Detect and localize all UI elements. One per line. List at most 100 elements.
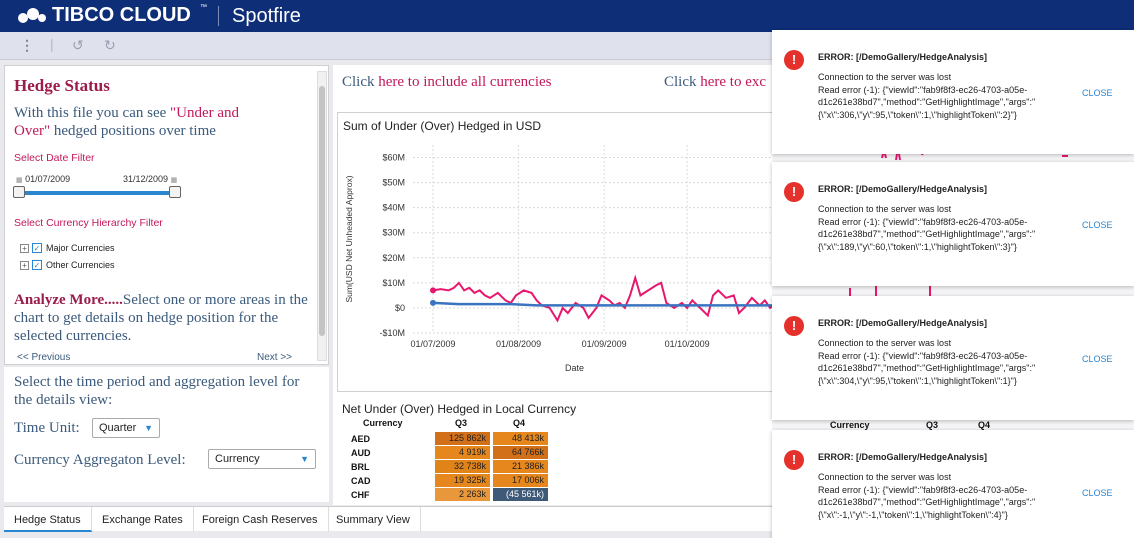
undo-icon[interactable]: ↺ [72, 37, 84, 54]
calendar-icon[interactable]: ▦ [171, 177, 178, 184]
x-tick-label: 01/10/2009 [665, 339, 710, 349]
error-toast: ! ERROR: [/DemoGallery/HedgeAnalysis] Co… [772, 430, 1134, 538]
series-line-baseline [432, 301, 778, 307]
table-cell-q4[interactable]: 21 386k [493, 460, 548, 473]
y-tick-label: $10M [382, 278, 405, 288]
close-button[interactable]: CLOSE [1082, 354, 1113, 364]
error-title: ERROR: [/DemoGallery/HedgeAnalysis] [818, 52, 988, 62]
error-message: Connection to the server was lost Read e… [818, 472, 1036, 520]
table-row[interactable]: CHF 2 263k (45 561k) [345, 488, 555, 502]
tree-item-major[interactable]: + ✓ Major Currencies [20, 243, 115, 253]
previous-link[interactable]: << Previous [17, 352, 70, 363]
currency-filter-label: Select Currency Hierarchy Filter [14, 217, 163, 229]
main-content: Click here to include all currencies Cli… [333, 65, 778, 505]
link-prefix: Click [664, 74, 701, 90]
close-button[interactable]: CLOSE [1082, 88, 1113, 98]
close-button[interactable]: CLOSE [1082, 488, 1113, 498]
table-cell-q3[interactable]: 2 263k [435, 488, 490, 501]
tab-hedge-status[interactable]: Hedge Status [4, 507, 92, 532]
hedge-status-panel: Hedge Status With this file you can see … [4, 65, 329, 365]
time-unit-dropdown[interactable]: Quarter ▼ [92, 418, 160, 438]
dropdown-caret-icon: ▼ [300, 454, 309, 464]
include-all-link[interactable]: here to include all currencies [378, 74, 551, 90]
error-message: Connection to the server was lost Read e… [818, 338, 1036, 386]
analyze-more-text: Analyze More.....Select one or more area… [14, 291, 319, 345]
tab-summary-view[interactable]: Summary View [326, 507, 421, 532]
error-icon: ! [784, 450, 804, 470]
table-row[interactable]: AUD 4 919k 64 766k [345, 446, 555, 460]
tree-item-other[interactable]: + ✓ Other Currencies [20, 260, 115, 270]
error-toast: ! ERROR: [/DemoGallery/HedgeAnalysis] Co… [772, 296, 1134, 420]
error-title: ERROR: [/DemoGallery/HedgeAnalysis] [818, 184, 988, 194]
table-row[interactable]: AED 125 862k 48 413k [345, 432, 555, 446]
table-header: Q4 [513, 418, 526, 428]
redo-icon[interactable]: ↻ [104, 37, 116, 54]
exclude-currencies-line: Click here to exc [664, 74, 766, 91]
table-cell-q3[interactable]: 125 862k [435, 432, 490, 445]
panel-description: With this file you can see "Under and Ov… [14, 104, 274, 140]
currency-code: CHF [351, 490, 370, 500]
checkbox-checked-icon[interactable]: ✓ [32, 243, 42, 253]
tree-item-label: Other Currencies [46, 260, 115, 270]
expand-icon[interactable]: + [20, 244, 29, 253]
tab-exchange-rates[interactable]: Exchange Rates [92, 507, 194, 532]
tab-foreign-cash-reserves[interactable]: Foreign Cash Reserves [192, 507, 329, 532]
error-icon: ! [784, 316, 804, 336]
table-cell-q4[interactable]: 48 413k [493, 432, 548, 445]
table-cell-q3[interactable]: 32 738k [435, 460, 490, 473]
calendar-icon[interactable]: ▦ [16, 177, 23, 184]
table-header: Currency [363, 418, 403, 428]
error-title: ERROR: [/DemoGallery/HedgeAnalysis] [818, 318, 988, 328]
currency-code: CAD [351, 476, 371, 486]
error-icon: ! [784, 50, 804, 70]
aggregation-dropdown[interactable]: Currency ▼ [208, 449, 316, 469]
next-link[interactable]: Next >> [257, 352, 292, 363]
details-instructions: Select the time period and aggregation l… [14, 374, 300, 408]
checkbox-checked-icon[interactable]: ✓ [32, 260, 42, 270]
date-range-slider[interactable] [17, 191, 175, 195]
app-header: TIBCO CLOUD ™ Spotfire [0, 0, 1134, 32]
exclude-link[interactable]: here to exc [700, 74, 766, 90]
error-title: ERROR: [/DemoGallery/HedgeAnalysis] [818, 452, 988, 462]
date-end-label: 31/12/2009 ▦ [123, 174, 177, 184]
date-end-value: 31/12/2009 [123, 174, 169, 184]
y-tick-label: $0 [395, 303, 405, 313]
slider-end-handle[interactable] [169, 186, 181, 198]
table-title: Net Under (Over) Hedged in Local Currenc… [342, 402, 577, 416]
brand-trademark: ™ [200, 4, 207, 11]
line-chart[interactable]: Sum of Under (Over) Hedged in USD $60M $5… [337, 112, 778, 392]
error-notifications: Currency Q3 Q4 ! ERROR: [/DemoGallery/He… [772, 30, 1134, 538]
chart-svg[interactable]: $60M $50M $40M $30M $20M $10M $0 -$10M 01/07/200… [338, 113, 778, 391]
table-cell-q3[interactable]: 4 919k [435, 446, 490, 459]
scrollbar-thumb[interactable] [319, 86, 325, 336]
time-unit-label: Time Unit: [14, 420, 80, 436]
error-icon: ! [784, 182, 804, 202]
link-prefix: Click [342, 74, 379, 90]
table-cell-q4[interactable]: 64 766k [493, 446, 548, 459]
description-suffix: hedged positions over time [50, 123, 216, 139]
analyze-bold: Analyze More..... [14, 292, 123, 308]
table-cell-q4[interactable]: (45 561k) [493, 488, 548, 501]
tree-item-label: Major Currencies [46, 243, 115, 253]
vertical-dots-icon[interactable]: ⋮ [20, 37, 34, 54]
table-cell-q3[interactable]: 19 325k [435, 474, 490, 487]
error-message: Connection to the server was lost Read e… [818, 72, 1036, 120]
close-button[interactable]: CLOSE [1082, 220, 1113, 230]
y-tick-label: $30M [382, 228, 405, 238]
slider-start-handle[interactable] [13, 186, 25, 198]
currency-code: AUD [351, 448, 371, 458]
currency-code: AED [351, 434, 371, 444]
aggregation-label: Currency Aggregaton Level: [14, 452, 186, 468]
table-row[interactable]: BRL 32 738k 21 386k [345, 460, 555, 474]
expand-icon[interactable]: + [20, 261, 29, 270]
table-row[interactable]: CAD 19 325k 17 006k [345, 474, 555, 488]
toolbar-separator: | [50, 36, 54, 52]
panel-scrollbar[interactable] [317, 71, 327, 361]
dropdown-caret-icon: ▼ [144, 423, 153, 433]
table-cell-q4[interactable]: 17 006k [493, 474, 548, 487]
y-tick-label: $50M [382, 178, 405, 188]
product-name: Spotfire [232, 5, 301, 27]
date-start-value: 01/07/2009 [25, 174, 71, 184]
details-settings-panel: Select the time period and aggregation l… [4, 367, 329, 502]
currency-code: BRL [351, 462, 370, 472]
